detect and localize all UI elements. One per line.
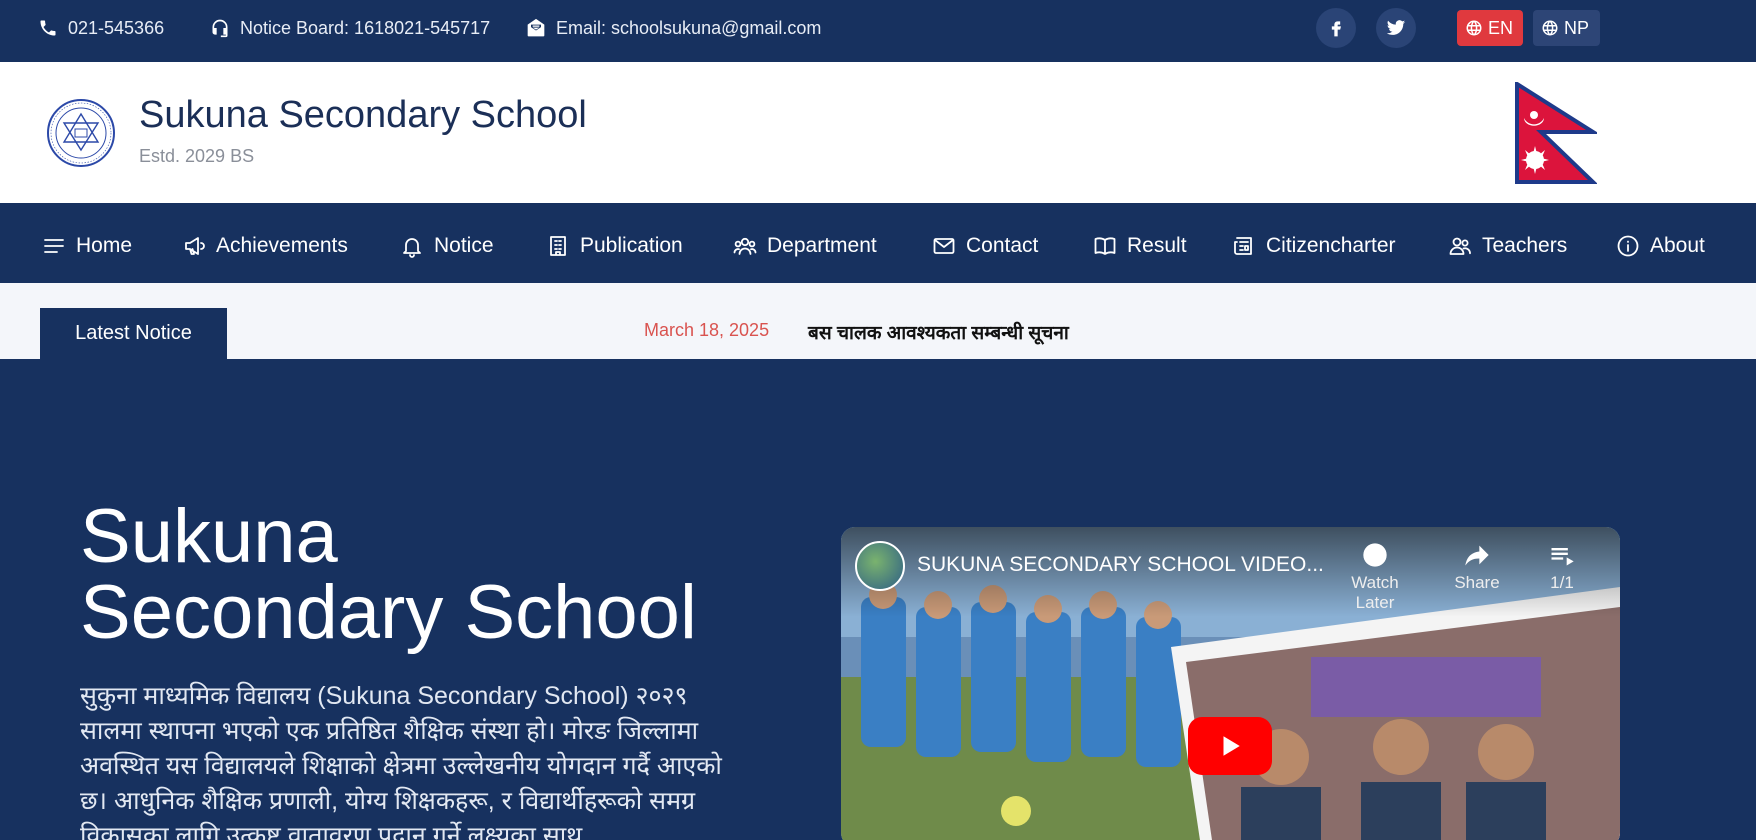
- language-en-button[interactable]: EN: [1457, 10, 1523, 46]
- hero-title-line2: Secondary School: [80, 570, 697, 655]
- newspaper-icon: [1234, 237, 1252, 255]
- established-year: Estd. 2029 BS: [139, 146, 255, 166]
- bell-icon: [403, 238, 421, 258]
- user-group-icon: [1449, 237, 1471, 255]
- nav-item-contact[interactable]: Contact: [932, 231, 1038, 261]
- phone-number: 021-545366: [68, 17, 165, 38]
- language-en-label: EN: [1488, 17, 1514, 38]
- main-navigation: Home Achievements Notice Publication Dep…: [0, 203, 1756, 283]
- watch-later-label: Watch Later: [1351, 573, 1399, 612]
- clock-icon: [1363, 543, 1387, 567]
- nav-item-label: Department: [767, 234, 877, 257]
- nav-item-label: Home: [76, 234, 133, 257]
- playlist-icon: [1551, 548, 1574, 566]
- share-label: Share: [1454, 573, 1500, 592]
- hero-title: Sukuna Secondary School: [80, 499, 780, 651]
- playlist-count: 1/1: [1550, 573, 1574, 592]
- building-icon: [550, 236, 566, 256]
- twitter-icon: [1386, 20, 1406, 35]
- share-icon: [1465, 545, 1489, 566]
- facebook-icon: [1331, 21, 1341, 37]
- nav-item-home[interactable]: Home: [42, 231, 132, 261]
- hero-section: Sukuna Secondary School सुकुना माध्यमिक …: [0, 359, 1756, 840]
- hero-title-line1: Sukuna: [80, 494, 338, 579]
- nav-item-department[interactable]: Department: [733, 231, 877, 261]
- top-bar: 021-545366 Notice Board: 1618021-545717 …: [0, 0, 1756, 62]
- nav-item-publication[interactable]: Publication: [546, 231, 683, 261]
- nav-item-label: Publication: [580, 234, 683, 257]
- phone-icon: [40, 20, 56, 36]
- facebook-button[interactable]: [1316, 8, 1356, 48]
- mail-icon: [933, 238, 955, 254]
- watch-later-button[interactable]: Watch Later: [1330, 541, 1420, 613]
- globe-icon: [1542, 20, 1558, 36]
- school-name[interactable]: Sukuna Secondary School: [139, 94, 587, 137]
- language-np-label: NP: [1564, 17, 1590, 38]
- book-icon: [1094, 237, 1116, 255]
- nepal-flag-icon: [1515, 82, 1597, 184]
- notice-date: March 18, 2025: [644, 320, 770, 340]
- nav-item-label: Citizencharter: [1266, 234, 1396, 257]
- email-contact[interactable]: Email: schoolsukuna@gmail.com: [526, 16, 821, 40]
- nav-item-label: About: [1650, 234, 1705, 257]
- share-button[interactable]: Share: [1432, 541, 1522, 593]
- notice-link[interactable]: बस चालक आवश्यकता सम्बन्धी सूचना: [808, 319, 1069, 345]
- email-address: Email: schoolsukuna@gmail.com: [556, 17, 822, 38]
- play-icon: [1223, 736, 1240, 756]
- nav-item-result[interactable]: Result: [1093, 231, 1187, 261]
- nav-item-about[interactable]: About: [1616, 231, 1705, 261]
- phone-contact[interactable]: 021-545366: [38, 16, 164, 40]
- users-icon: [733, 237, 757, 255]
- nav-item-label: Notice: [434, 234, 494, 257]
- notice-board-number: Notice Board: 1618021-545717: [240, 17, 491, 38]
- megaphone-icon: [185, 237, 205, 255]
- info-icon: [1617, 235, 1639, 257]
- latest-notice-label: Latest Notice: [40, 308, 227, 359]
- nav-item-notice[interactable]: Notice: [400, 231, 494, 261]
- nav-item-citizencharter[interactable]: Citizencharter: [1232, 231, 1396, 261]
- menu-icon: [44, 239, 64, 253]
- language-np-button[interactable]: NP: [1533, 10, 1600, 46]
- headset-icon: [212, 19, 228, 38]
- notice-ticker: Latest Notice March 18, 2025 बस चालक आवश…: [0, 283, 1756, 359]
- playlist-button[interactable]: 1/1: [1517, 541, 1607, 593]
- nav-item-label: Achievements: [216, 234, 348, 257]
- channel-avatar[interactable]: [855, 541, 905, 591]
- nav-item-label: Result: [1127, 234, 1187, 257]
- nav-item-teachers[interactable]: Teachers: [1448, 231, 1567, 261]
- school-logo[interactable]: [46, 98, 116, 168]
- video-title[interactable]: SUKUNA SECONDARY SCHOOL VIDEO...: [917, 553, 1324, 577]
- hero-description: सुकुना माध्यमिक विद्यालय (Sukuna Seconda…: [80, 682, 722, 840]
- notice-board-contact[interactable]: Notice Board: 1618021-545717: [210, 16, 490, 40]
- nav-item-achievements[interactable]: Achievements: [182, 231, 348, 261]
- globe-icon: [1466, 20, 1482, 36]
- site-header: Sukuna Secondary School Estd. 2029 BS: [0, 62, 1756, 203]
- play-button[interactable]: [1188, 717, 1272, 775]
- twitter-button[interactable]: [1376, 8, 1416, 48]
- nav-item-label: Teachers: [1482, 234, 1568, 257]
- video-player[interactable]: SUKUNA SECONDARY SCHOOL VIDEO... Watch L…: [841, 527, 1620, 840]
- nav-item-label: Contact: [966, 234, 1039, 257]
- envelope-open-icon: [527, 18, 545, 37]
